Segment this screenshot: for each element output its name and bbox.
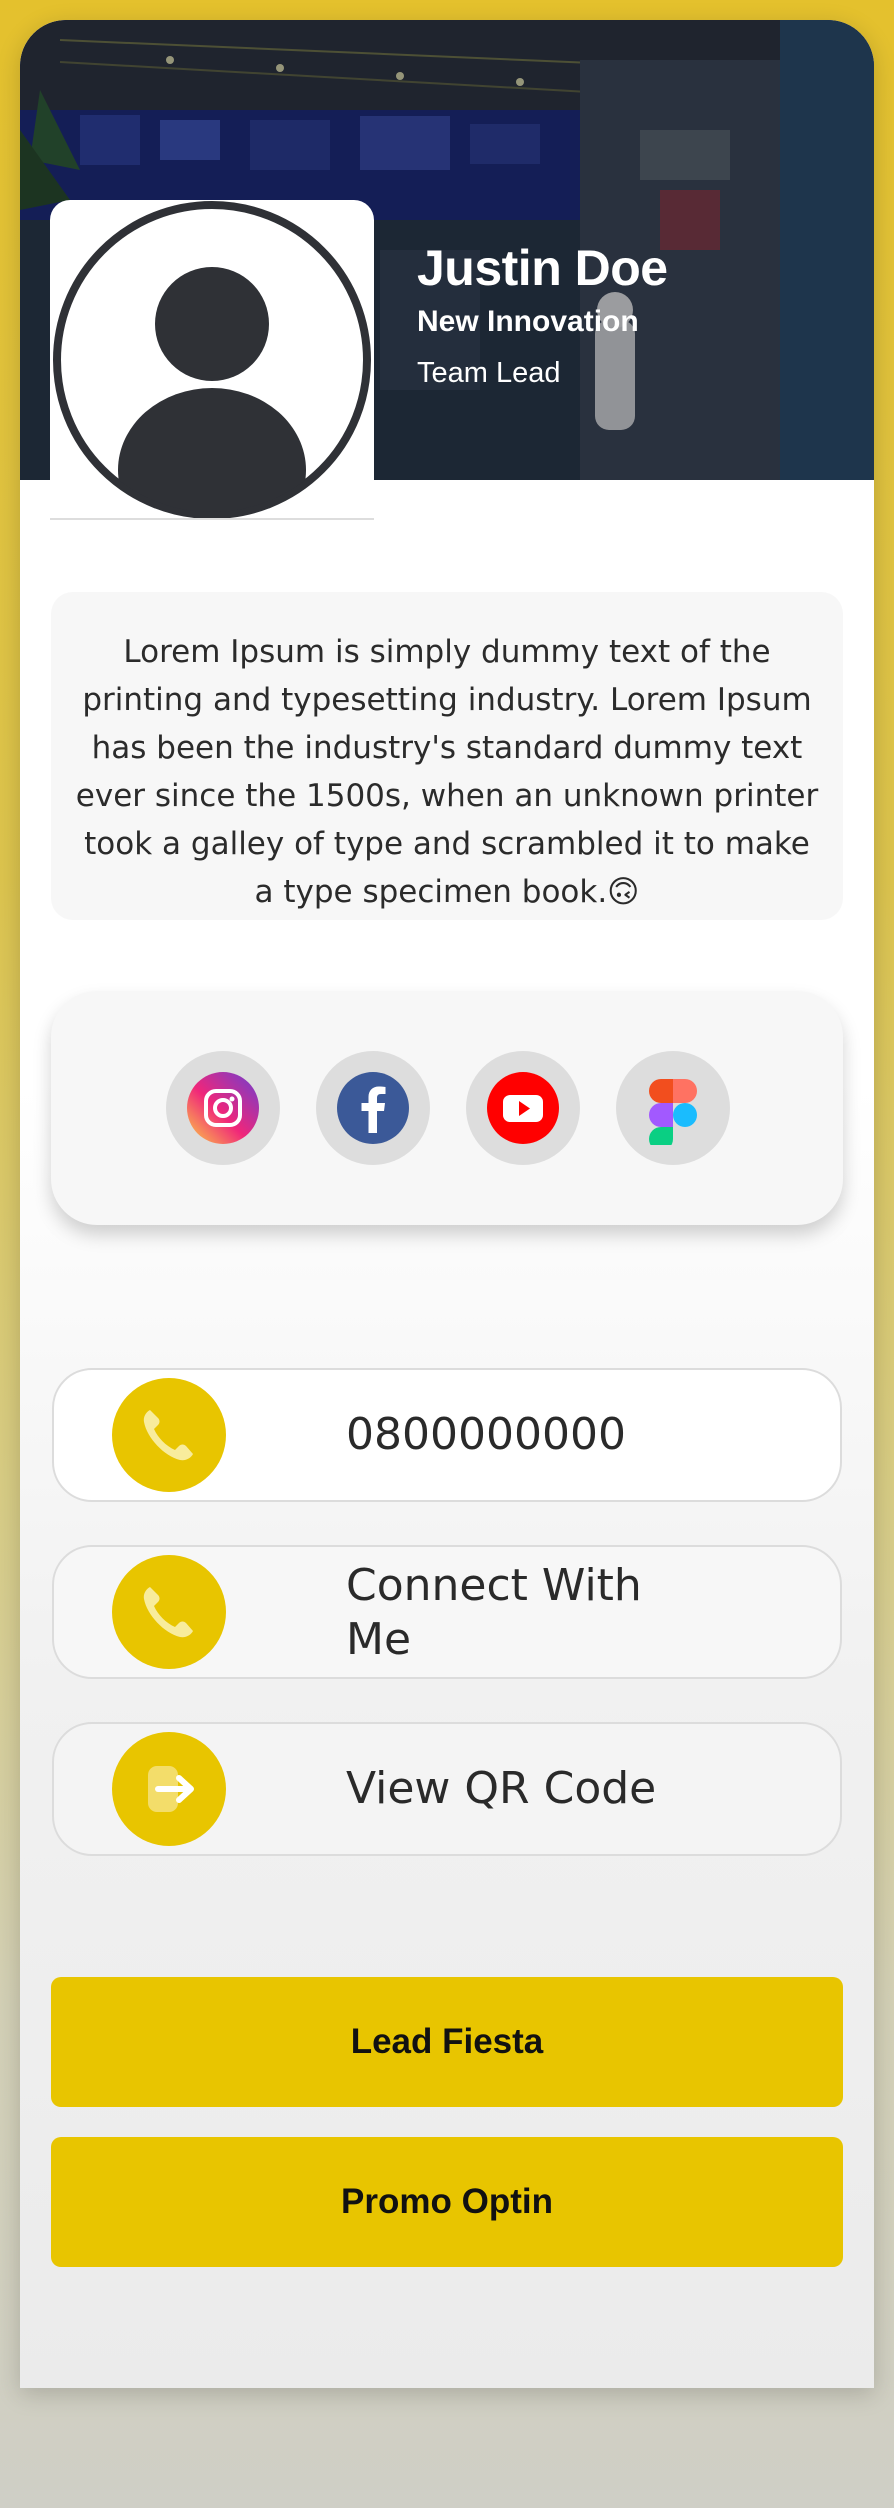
phone-number-label: 0800000000 [346, 1409, 626, 1460]
instagram-icon [187, 1072, 259, 1144]
view-qr-code-row[interactable]: View QR Code [52, 1722, 842, 1856]
profile-card: Justin Doe New Innovation Team Lead Lore… [20, 20, 874, 2388]
company-name: New Innovation [417, 305, 639, 338]
facebook-link[interactable] [316, 1051, 430, 1165]
bio-text: Lorem Ipsum is simply dummy text of the … [51, 592, 843, 920]
view-qr-code-label: View QR Code [346, 1763, 657, 1814]
figma-link[interactable] [616, 1051, 730, 1165]
login-arrow-icon [112, 1732, 226, 1846]
phone-icon [112, 1378, 226, 1492]
job-title: Team Lead [417, 357, 561, 389]
phone-icon [112, 1555, 226, 1669]
connect-with-me-row[interactable]: Connect With Me [52, 1545, 842, 1679]
social-links [51, 991, 843, 1225]
youtube-icon [487, 1072, 559, 1144]
facebook-icon [337, 1072, 409, 1144]
figma-icon [649, 1079, 697, 1145]
lead-fiesta-button[interactable]: Lead Fiesta [51, 1977, 843, 2107]
profile-name: Justin Doe [417, 240, 668, 296]
phone-number-row[interactable]: 0800000000 [52, 1368, 842, 1502]
promo-optin-button[interactable]: Promo Optin [51, 2137, 843, 2267]
instagram-link[interactable] [166, 1051, 280, 1165]
avatar [50, 200, 374, 520]
youtube-link[interactable] [466, 1051, 580, 1165]
connect-with-me-label: Connect With Me [346, 1560, 642, 1665]
